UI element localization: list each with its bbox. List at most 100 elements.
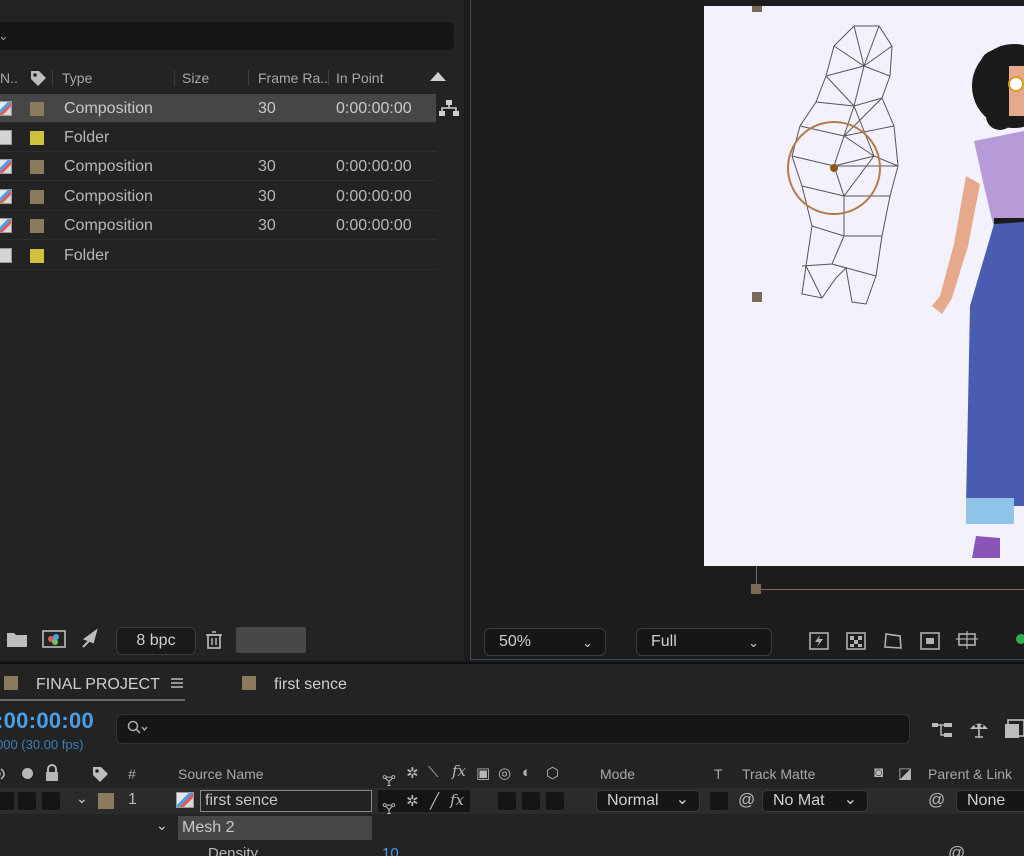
column-name-header[interactable]: N.. — [0, 66, 18, 90]
project-item-row[interactable]: Folder — [0, 241, 436, 270]
composition-flowchart-icon[interactable] — [930, 720, 954, 740]
layer-number-header[interactable]: # — [128, 764, 136, 784]
render-queue-icon[interactable] — [80, 628, 102, 650]
column-divider[interactable] — [52, 70, 53, 86]
thumbnail-bar — [236, 627, 306, 653]
shy-layers-icon[interactable] — [966, 718, 992, 740]
composition-canvas[interactable] — [704, 6, 1024, 566]
label-color-swatch[interactable] — [30, 190, 44, 204]
video-toggle[interactable] — [0, 792, 14, 810]
label-tag-icon[interactable] — [28, 68, 48, 88]
project-item-row[interactable]: Folder — [0, 123, 436, 152]
item-type: Folder — [64, 129, 110, 146]
column-type-header[interactable]: Type — [62, 66, 92, 90]
trash-icon[interactable] — [204, 630, 224, 650]
shy-switch-icon[interactable]: 🝖 — [382, 792, 396, 823]
chevron-down-icon[interactable]: ⌄ — [156, 817, 168, 834]
column-divider[interactable] — [248, 70, 249, 86]
label-color-swatch[interactable] — [30, 102, 44, 116]
new-composition-icon[interactable] — [42, 630, 66, 648]
track-matte-dropdown[interactable]: No Mat ⌄ — [762, 790, 868, 812]
tab-final-project[interactable]: FINAL PROJECT — [36, 672, 160, 698]
motion-blur-toggle[interactable] — [522, 792, 540, 810]
property-value[interactable]: 10 — [382, 845, 399, 856]
label-color-swatch[interactable] — [30, 219, 44, 233]
adjustment-toggle[interactable] — [546, 792, 564, 810]
column-frame-rate-header[interactable]: Frame Ra.. — [258, 66, 328, 90]
mode-header[interactable]: Mode — [600, 764, 635, 784]
parent-dropdown[interactable]: None — [956, 790, 1024, 812]
3d-layer-switch-icon[interactable]: ⬡ — [546, 764, 559, 782]
label-color-swatch[interactable] — [30, 160, 44, 174]
layer-label-color[interactable] — [98, 793, 114, 809]
frame-blend-toggle[interactable] — [498, 792, 516, 810]
parent-pick-whip-icon[interactable]: @ — [928, 790, 945, 810]
effects-switch-icon[interactable]: fx — [452, 762, 466, 780]
timeline-search-input[interactable] — [116, 714, 910, 744]
motion-blur-switch-icon[interactable]: ◎ — [498, 764, 511, 782]
track-matte-header[interactable]: Track Matte — [742, 764, 815, 784]
puppet-pin — [830, 164, 838, 172]
effects-switch-icon[interactable]: fx — [450, 791, 464, 809]
lock-icon[interactable] — [44, 764, 60, 782]
tab-first-sence[interactable]: first sence — [274, 672, 347, 698]
project-item-row[interactable]: Composition 30 0:00:00:00 — [0, 152, 436, 181]
column-divider[interactable] — [174, 70, 175, 86]
collapse-switch-icon[interactable]: ✲ — [406, 764, 419, 782]
adjustment-layer-switch-icon[interactable]: ◐ — [522, 764, 531, 781]
effect-name[interactable]: Mesh 2 — [178, 816, 372, 840]
track-matte-value: No Mat — [773, 792, 825, 809]
chevron-down-icon[interactable]: ⌄ — [0, 28, 9, 44]
quality-switch-icon[interactable]: ╱ — [430, 792, 439, 810]
transparency-grid-icon[interactable] — [845, 631, 867, 651]
resolution-dropdown[interactable]: Full ⌄ — [636, 628, 772, 656]
lock-toggle[interactable] — [42, 792, 60, 810]
label-color-swatch[interactable] — [30, 131, 44, 145]
quality-switch-icon[interactable]: ⟍ — [428, 764, 439, 781]
new-folder-icon[interactable] — [6, 630, 28, 648]
label-color-swatch[interactable] — [30, 249, 44, 263]
project-item-row[interactable]: Composition 30 0:00:00:00 — [0, 211, 436, 240]
audio-icon[interactable] — [0, 766, 12, 782]
preserve-transparency-toggle[interactable] — [710, 792, 728, 810]
frame-blending-icon[interactable] — [1004, 718, 1024, 740]
frame-rate-readout: 000 (30.00 fps) — [0, 737, 84, 752]
folder-icon — [0, 130, 12, 145]
column-in-point-header[interactable]: In Point — [336, 66, 383, 90]
column-size-header[interactable]: Size — [182, 66, 209, 90]
chevron-down-icon[interactable]: ⌄ — [76, 790, 88, 807]
flowchart-icon[interactable] — [438, 98, 460, 118]
frame-blend-switch-icon[interactable]: ▣ — [476, 764, 490, 782]
matte-alpha-icon[interactable]: ◙ — [874, 764, 883, 781]
expression-pick-whip-icon[interactable]: @ — [948, 843, 965, 856]
current-timecode[interactable]: :00:00:00 — [0, 708, 94, 734]
hamburger-menu-icon[interactable] — [170, 676, 184, 690]
collapse-switch-icon[interactable]: ✲ — [406, 792, 419, 810]
bit-depth-button[interactable]: 8 bpc — [116, 627, 196, 655]
column-divider[interactable] — [328, 70, 329, 86]
sort-ascending-icon[interactable] — [430, 72, 446, 81]
solo-icon[interactable] — [22, 768, 33, 779]
matte-invert-icon[interactable]: ◪ — [898, 764, 912, 782]
mask-visibility-icon[interactable] — [882, 631, 904, 651]
label-tag-icon[interactable] — [90, 764, 110, 784]
color-channel-icon[interactable] — [1016, 634, 1024, 644]
parent-link-header[interactable]: Parent & Link — [928, 764, 1012, 784]
region-of-interest-icon[interactable] — [919, 631, 941, 651]
audio-toggle[interactable] — [18, 792, 36, 810]
parent-value: None — [967, 792, 1006, 809]
layer-handle[interactable] — [751, 584, 761, 594]
project-search-input[interactable]: ⌄ — [0, 22, 454, 50]
source-name-header[interactable]: Source Name — [178, 764, 264, 784]
grid-guides-icon[interactable] — [956, 631, 978, 651]
blend-mode-dropdown[interactable]: Normal ⌄ — [596, 790, 700, 812]
fast-previews-icon[interactable] — [808, 631, 830, 651]
project-item-row[interactable]: Composition 30 0:00:00:00 — [0, 182, 436, 211]
layer-name-field[interactable]: first sence — [200, 790, 372, 812]
composition-icon — [0, 189, 12, 204]
zoom-dropdown[interactable]: 50% ⌄ — [484, 628, 606, 656]
pick-whip-icon[interactable]: @ — [738, 790, 755, 810]
project-item-row[interactable]: Composition 30 0:00:00:00 — [0, 94, 436, 123]
chevron-down-icon: ⌄ — [582, 635, 593, 650]
preserve-transparency-header[interactable]: T — [714, 764, 723, 784]
